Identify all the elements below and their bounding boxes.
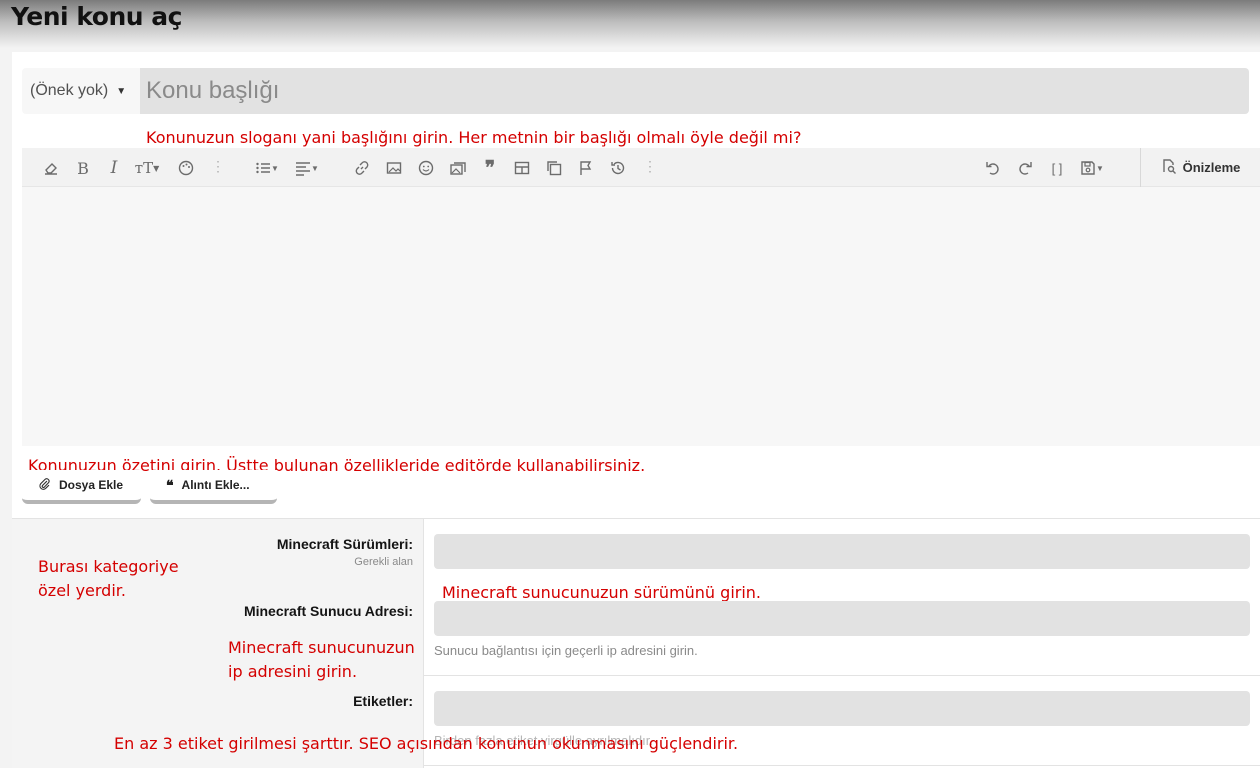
row-divider <box>424 765 1260 766</box>
link-icon[interactable] <box>352 158 372 178</box>
italic-icon[interactable]: I <box>104 158 124 178</box>
page-header <box>0 0 1260 48</box>
editor-toolbar: B I ᴛT ▼ ⋮ ▼ ▼ ❞ ⋮ [ ] ▼ Önizleme <box>22 148 1260 187</box>
more-icon[interactable]: ⋮ <box>643 158 657 175</box>
flag-icon[interactable] <box>576 158 596 178</box>
title-annotation: Konunuzun sloganı yani başlığını girin. … <box>146 128 802 147</box>
address-input[interactable] <box>434 601 1250 636</box>
font-size-icon[interactable]: ᴛT ▼ <box>132 158 162 178</box>
editor-textarea[interactable] <box>22 187 1260 446</box>
media-icon[interactable] <box>448 158 468 178</box>
address-explain: Sunucu bağlantısı için geçerli ip adresi… <box>434 643 698 658</box>
category-annotation-1: Burası kategoriye <box>38 557 179 576</box>
smiley-icon[interactable] <box>416 158 436 178</box>
title-input[interactable] <box>140 68 1249 114</box>
history-icon[interactable] <box>608 158 628 178</box>
quote-icon: ❝ <box>166 476 174 493</box>
table-icon[interactable] <box>512 158 532 178</box>
category-annotation-2: özel yerdir. <box>38 581 126 600</box>
align-icon[interactable]: ▼ <box>292 158 322 178</box>
versions-label: Minecraft Sürümleri: <box>276 536 413 552</box>
prefix-label: (Önek yok) <box>30 82 109 99</box>
list-icon[interactable]: ▼ <box>252 158 282 178</box>
required-hint: Gerekli alan <box>354 556 413 568</box>
page-title: Yeni konu aç <box>11 2 182 31</box>
insert-quote-button[interactable]: ❝ Alıntı Ekle... <box>150 470 277 504</box>
insert-quote-label: Alıntı Ekle... <box>181 478 250 492</box>
quote-icon[interactable]: ❞ <box>480 158 500 179</box>
tags-annotation: En az 3 etiket girilmesi şarttır. SEO aç… <box>114 734 739 753</box>
image-icon[interactable] <box>384 158 404 178</box>
attach-file-label: Dosya Ekle <box>59 478 124 492</box>
redo-icon[interactable] <box>1015 158 1035 178</box>
address-label: Minecraft Sunucu Adresi: <box>243 603 413 619</box>
preview-icon <box>1161 158 1177 177</box>
palette-icon[interactable] <box>176 158 196 178</box>
chevron-down-icon: ▼ <box>116 85 127 97</box>
ip-annotation-2: ip adresini girin. <box>228 662 358 681</box>
versions-input[interactable] <box>434 534 1250 569</box>
tags-label: Etiketler: <box>353 693 413 709</box>
bold-icon[interactable]: B <box>73 158 93 178</box>
preview-label: Önizleme <box>1182 160 1241 175</box>
bbcode-icon[interactable]: [ ] <box>1047 158 1067 178</box>
copy-icon[interactable] <box>544 158 564 178</box>
prefix-select[interactable]: (Önek yok) ▼ <box>22 68 140 114</box>
tags-input[interactable] <box>434 691 1250 726</box>
ip-annotation-1: Minecraft sunucunuzun <box>228 638 415 657</box>
preview-button[interactable]: Önizleme <box>1140 148 1260 187</box>
undo-icon[interactable] <box>983 158 1003 178</box>
attach-file-button[interactable]: Dosya Ekle <box>22 470 141 504</box>
save-draft-icon[interactable]: ▼ <box>1077 158 1107 178</box>
eraser-icon[interactable] <box>41 158 61 178</box>
more-icon[interactable]: ⋮ <box>211 158 225 175</box>
row-divider <box>424 675 1260 676</box>
paperclip-icon <box>38 477 51 493</box>
